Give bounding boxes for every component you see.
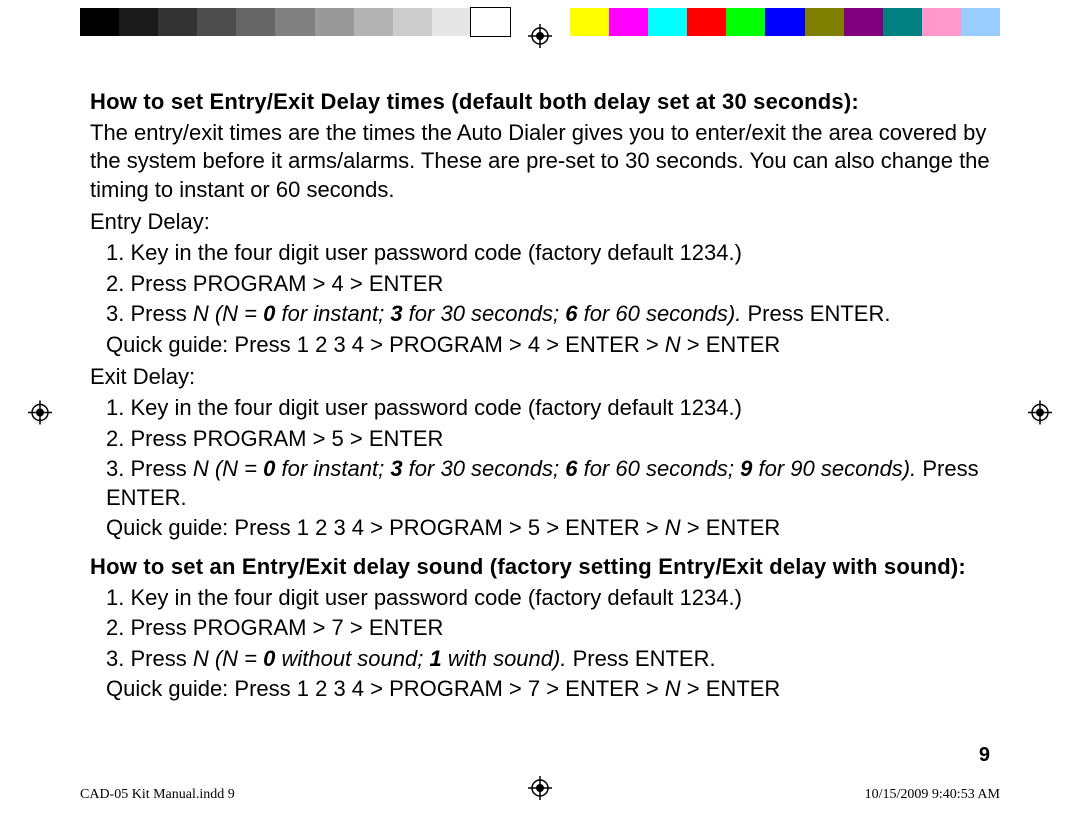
sound-step-1: 1. Key in the four digit user password c… <box>106 584 990 613</box>
grayscale-bars <box>80 8 510 36</box>
intro-text: The entry/exit times are the times the A… <box>90 119 990 205</box>
entry-quick-guide: Quick guide: Press 1 2 3 4 > PROGRAM > 4… <box>106 331 990 360</box>
entry-step-2: 2. Press PROGRAM > 4 > ENTER <box>106 270 990 299</box>
registration-mark-icon <box>1028 400 1052 429</box>
registration-mark-icon <box>528 24 552 53</box>
sound-step-3: 3. Press N (N = 0 without sound; 1 with … <box>106 645 990 674</box>
page-number: 9 <box>979 744 990 767</box>
exit-delay-label: Exit Delay: <box>90 363 990 392</box>
sound-quick-guide: Quick guide: Press 1 2 3 4 > PROGRAM > 7… <box>106 675 990 704</box>
entry-step-3: 3. Press N (N = 0 for instant; 3 for 30 … <box>106 300 990 329</box>
footer-timestamp: 10/15/2009 9:40:53 AM <box>865 787 1000 803</box>
exit-step-2: 2. Press PROGRAM > 5 > ENTER <box>106 425 990 454</box>
heading-delay-times: How to set Entry/Exit Delay times (defau… <box>90 88 990 117</box>
exit-step-3: 3. Press N (N = 0 for instant; 3 for 30 … <box>106 455 990 512</box>
sound-step-2: 2. Press PROGRAM > 7 > ENTER <box>106 614 990 643</box>
entry-step-1: 1. Key in the four digit user password c… <box>106 239 990 268</box>
footer: CAD-05 Kit Manual.indd 9 10/15/2009 9:40… <box>80 787 1000 803</box>
color-bars <box>570 8 1000 36</box>
exit-step-1: 1. Key in the four digit user password c… <box>106 394 990 423</box>
page-content: How to set Entry/Exit Delay times (defau… <box>90 88 990 704</box>
heading-delay-sound: How to set an Entry/Exit delay sound (fa… <box>90 553 990 582</box>
exit-quick-guide: Quick guide: Press 1 2 3 4 > PROGRAM > 5… <box>106 514 990 543</box>
footer-filename: CAD-05 Kit Manual.indd 9 <box>80 787 235 803</box>
registration-mark-icon <box>28 400 52 429</box>
entry-delay-label: Entry Delay: <box>90 208 990 237</box>
